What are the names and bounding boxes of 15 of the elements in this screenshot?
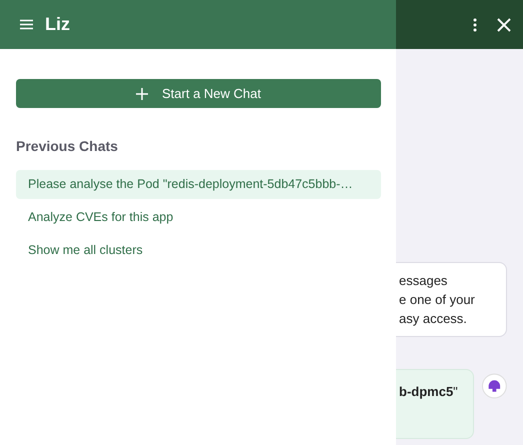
section-title: Previous Chats bbox=[16, 137, 119, 156]
chat-history-item[interactable]: Analyze CVEs for this app bbox=[16, 203, 381, 232]
plus-icon bbox=[136, 88, 148, 100]
tip-text: e one of your bbox=[399, 291, 476, 309]
more-options-icon[interactable] bbox=[473, 18, 477, 32]
chat-history-item[interactable]: Show me all clusters bbox=[16, 236, 381, 265]
user-avatar-icon bbox=[482, 373, 507, 399]
new-chat-button[interactable]: Start a New Chat bbox=[16, 79, 381, 108]
message-text: b-dpmc5" bbox=[399, 384, 458, 399]
tip-text: asy access. bbox=[399, 310, 468, 328]
chat-history-item[interactable]: Please analyse the Pod "redis-deployment-5db47c5bbb-… bbox=[16, 170, 381, 199]
close-icon[interactable] bbox=[497, 18, 511, 32]
window-title: Liz bbox=[45, 13, 70, 36]
menu-icon[interactable] bbox=[20, 19, 33, 30]
tip-text: essages bbox=[399, 272, 448, 290]
